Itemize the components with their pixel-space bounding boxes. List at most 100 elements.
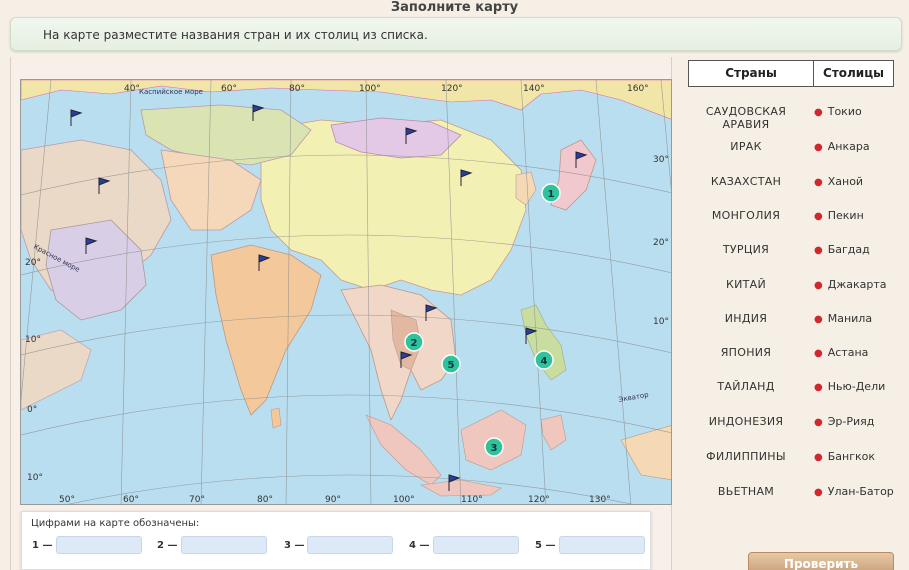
capital-label: Манила xyxy=(827,312,873,325)
lon-label-bottom: 80° xyxy=(257,495,273,505)
country-item[interactable]: САУДОВСКАЯ АРАВИЯ xyxy=(682,105,810,131)
bullet-icon: ● xyxy=(814,382,823,393)
bullet-icon: ● xyxy=(814,245,823,256)
capital-item[interactable]: ● Манила xyxy=(814,312,904,325)
lon-label-top: 160° xyxy=(627,84,649,94)
bullet-icon: ● xyxy=(814,417,823,428)
answers-panel: Цифрами на карте обозначены: 1 — 2 — 3 —… xyxy=(21,511,651,570)
lat-label-right: 20° xyxy=(653,238,669,248)
page-title: Заполните карту xyxy=(390,0,519,15)
bullet-icon: ● xyxy=(814,314,823,325)
capital-item[interactable]: ● Пекин xyxy=(814,209,904,222)
lat-label-left: 10° xyxy=(25,335,41,345)
country-item[interactable]: ТАЙЛАНД xyxy=(682,380,810,393)
capital-item[interactable]: ● Багдад xyxy=(814,243,904,256)
land-mass-sumatra xyxy=(365,414,442,486)
capital-item[interactable]: ● Анкара xyxy=(814,140,904,153)
answers-caption: Цифрами на карте обозначены: xyxy=(31,518,200,529)
capital-item[interactable]: ● Нью-Дели xyxy=(814,380,904,393)
legend-header: Страны Столицы xyxy=(688,60,894,87)
capital-item[interactable]: ● Улан-Батор xyxy=(814,485,904,498)
lon-label-top: 60° xyxy=(221,84,237,94)
land-mass-sulawesi xyxy=(540,414,567,451)
bullet-icon: ● xyxy=(814,348,823,359)
drop-slot-4[interactable] xyxy=(433,536,519,554)
lon-label-bottom: 70° xyxy=(189,495,205,505)
lon-label-top: 120° xyxy=(441,84,463,94)
lat-label-right: 30° xyxy=(653,155,669,165)
bullet-icon: ● xyxy=(814,107,823,118)
land-mass-sri-lanka xyxy=(270,407,282,429)
slot-label-5: 5 — xyxy=(535,540,556,551)
country-item[interactable]: ВЬЕТНАМ xyxy=(682,485,810,498)
lat-label-left: 0° xyxy=(27,405,37,415)
capital-item[interactable]: ● Джакарта xyxy=(814,278,904,291)
slot-label-3: 3 — xyxy=(284,540,305,551)
country-item[interactable]: ЯПОНИЯ xyxy=(682,346,810,359)
country-item[interactable]: КАЗАХСТАН xyxy=(682,175,810,188)
lon-label-top: 140° xyxy=(523,84,545,94)
land-mass-russia xyxy=(21,80,671,120)
lat-label-left: 20° xyxy=(25,258,41,268)
drop-slot-2[interactable] xyxy=(181,536,267,554)
lat-label-right: 10° xyxy=(653,317,669,327)
marker-3-label: 3 xyxy=(491,443,498,454)
lon-label-bottom: 50° xyxy=(59,495,75,505)
marker-2-label: 2 xyxy=(411,338,418,349)
lon-label-bottom: 120° xyxy=(528,495,550,505)
water-label: Экватор xyxy=(618,391,650,404)
slot-label-2: 2 — xyxy=(157,540,178,551)
drop-slot-3[interactable] xyxy=(307,536,393,554)
land-mass-korea xyxy=(515,171,537,206)
capital-label: Улан-Батор xyxy=(827,485,894,498)
capital-label: Джакарта xyxy=(827,278,887,291)
countries-header: Страны xyxy=(689,61,814,86)
capital-item[interactable]: ● Ханой xyxy=(814,175,904,188)
capital-label: Ханой xyxy=(827,175,864,188)
land-mass-india xyxy=(210,244,322,416)
drop-slot-1[interactable] xyxy=(56,536,142,554)
country-item[interactable]: ИРАК xyxy=(682,140,810,153)
check-button[interactable]: Проверить xyxy=(748,552,894,570)
capital-label: Нью-Дели xyxy=(827,380,886,393)
slot-label-4: 4 — xyxy=(409,540,430,551)
slot-label-1: 1 — xyxy=(32,540,53,551)
capital-label: Багдад xyxy=(827,243,870,256)
country-item[interactable]: ИНДОНЕЗИЯ xyxy=(682,415,810,428)
country-item[interactable]: ФИЛИППИНЫ xyxy=(682,450,810,463)
capital-label: Анкара xyxy=(827,140,870,153)
marker-5-label: 5 xyxy=(448,360,455,371)
country-item[interactable]: ИНДИЯ xyxy=(682,312,810,325)
bullet-icon: ● xyxy=(814,211,823,222)
bullet-icon: ● xyxy=(814,280,823,291)
capital-label: Токио xyxy=(827,105,862,118)
lon-label-bottom: 90° xyxy=(325,495,341,505)
lon-label-bottom: 60° xyxy=(123,495,139,505)
bullet-icon: ● xyxy=(814,142,823,153)
capital-label: Пекин xyxy=(827,209,864,222)
country-item[interactable]: МОНГОЛИЯ xyxy=(682,209,810,222)
lon-label-top: 80° xyxy=(289,84,305,94)
lat-label-left: 10° xyxy=(27,473,43,483)
lon-label-top: 100° xyxy=(359,84,381,94)
bullet-icon: ● xyxy=(814,452,823,463)
drop-slot-5[interactable] xyxy=(559,536,645,554)
country-item[interactable]: ТУРЦИЯ xyxy=(682,243,810,256)
lon-label-bottom: 100° xyxy=(393,495,415,505)
capital-item[interactable]: ● Токио xyxy=(814,105,904,118)
marker-4-label: 4 xyxy=(541,356,548,367)
capitals-header: Столицы xyxy=(823,66,884,80)
land-mass-new-guinea xyxy=(620,425,671,480)
bullet-icon: ● xyxy=(814,177,823,188)
lon-label-top: 40° xyxy=(124,84,140,94)
marker-1-label: 1 xyxy=(548,189,555,200)
capital-item[interactable]: ● Бангкок xyxy=(814,450,904,463)
capital-item[interactable]: ● Астана xyxy=(814,346,904,359)
capital-item[interactable]: ● Эр-Рияд xyxy=(814,415,904,428)
capital-label: Бангкок xyxy=(827,450,876,463)
country-item[interactable]: КИТАЙ xyxy=(682,278,810,291)
lon-label-bottom: 130° xyxy=(589,495,611,505)
capital-label: Астана xyxy=(827,346,869,359)
bullet-icon: ● xyxy=(814,487,823,498)
flag-icon xyxy=(70,109,83,126)
